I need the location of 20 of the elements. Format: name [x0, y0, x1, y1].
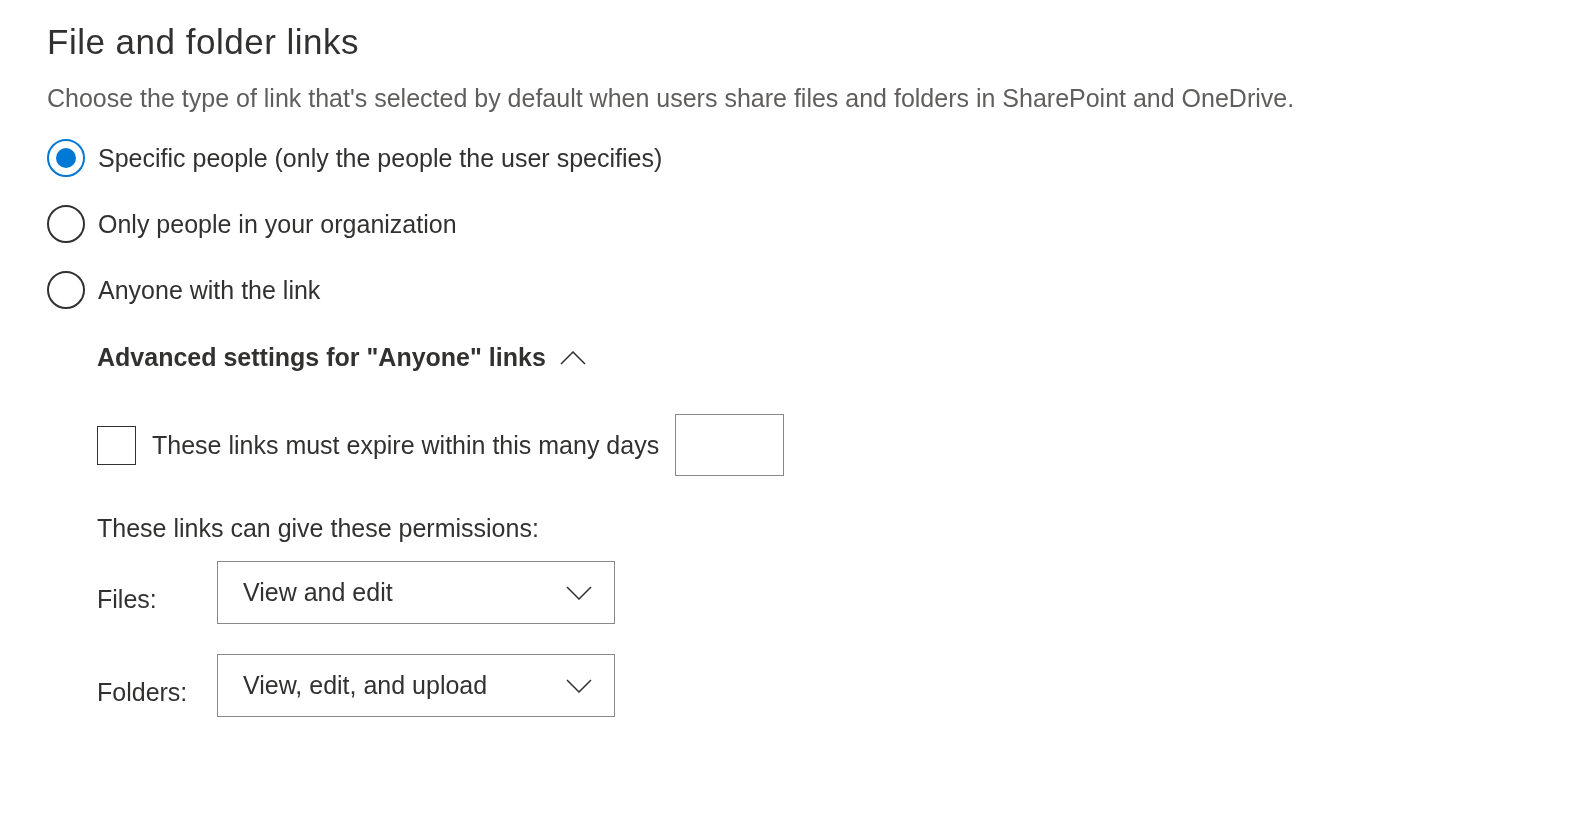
checkbox[interactable] [97, 425, 136, 465]
days-input-field[interactable] [675, 414, 785, 476]
chevron-down-icon [566, 585, 592, 600]
chevron-up-icon [559, 350, 586, 365]
advanced-settings-toggle[interactable]: Advanced settings for "Anyone" links [97, 343, 586, 372]
section-title: File and folder links [47, 22, 361, 62]
radio-button[interactable] [47, 205, 85, 243]
section-description: Choose the type of link that's selected by default when users share files and folders in SharePoint and OneDrive. [47, 84, 1296, 113]
permissions-label: These links can give these permissions: [97, 514, 540, 543]
checkbox-label: These links must expire within this many days [152, 430, 660, 460]
dropdown-label: Folders: [97, 677, 189, 707]
radio-label: Specific people (only the people the user specifies) [98, 143, 663, 173]
permission-dropdown[interactable]: View, edit, and upload [217, 654, 615, 717]
radio-label: Only people in your organization [98, 209, 457, 239]
permission-dropdown[interactable]: View and edit [217, 561, 615, 624]
chevron-down-icon [566, 678, 592, 693]
radio-label: Anyone with the link [98, 275, 321, 305]
radio-button[interactable] [47, 139, 85, 177]
radio-button[interactable] [47, 271, 85, 309]
dropdown-label: Files: [97, 584, 158, 614]
